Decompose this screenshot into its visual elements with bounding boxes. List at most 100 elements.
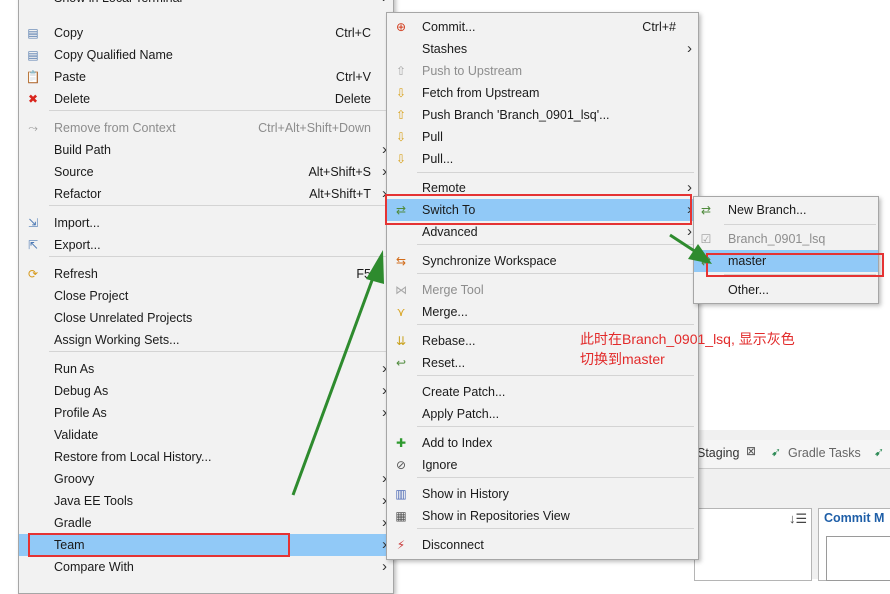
menu-item-validate[interactable]: Validate (19, 424, 393, 446)
menu-item-label: Team (54, 538, 85, 552)
sort-icon[interactable]: ↓☰ (789, 511, 807, 527)
menu-item-label: Compare With (54, 560, 134, 574)
menu-item-profile-as[interactable]: Profile As › (19, 402, 393, 424)
menu-item-java-ee-tools[interactable]: Java EE Tools › (19, 490, 393, 512)
menu-item-gradle[interactable]: Gradle › (19, 512, 393, 534)
menu-item-label: Stashes (422, 42, 468, 56)
menu-item-label: Switch To (422, 203, 476, 217)
menu-item-switch-to[interactable]: ⇄ Switch To › (387, 199, 698, 221)
menu-item-disconnect[interactable]: ⚡ Disconnect (387, 534, 698, 556)
menu-item-label: Push to Upstream (422, 64, 523, 78)
menu-item-label: Other... (728, 283, 769, 297)
menu-item-close-project[interactable]: Close Project (19, 285, 393, 307)
disconnect-icon: ⚡ (396, 538, 406, 552)
gradle-tasks-tab[interactable]: Gradle Tasks (788, 446, 861, 460)
menu-item-label: Export... (54, 238, 101, 252)
menu-item-label: Gradle (54, 516, 92, 530)
menu-item-other[interactable]: Other... (694, 279, 878, 301)
menu-item-import[interactable]: ⇲ Import... (19, 212, 393, 234)
menu-item-show-in-local-terminal[interactable]: Show in Local Terminal › (19, 0, 393, 9)
menu-separator (417, 324, 694, 325)
menu-item-label: Disconnect (422, 538, 484, 552)
menu-separator (724, 274, 876, 275)
staging-tab[interactable]: Staging (697, 446, 739, 460)
rebase-icon: ⇊ (395, 334, 407, 348)
close-icon[interactable]: ⊠ (746, 444, 756, 458)
menu-item-push-branch-branch-0901-lsq[interactable]: ⇧ Push Branch 'Branch_0901_lsq'... (387, 104, 698, 126)
menu-item-label: Refactor (54, 187, 102, 201)
menu-item-new-branch[interactable]: ⇄ New Branch... (694, 199, 878, 221)
menu-item-assign-working-sets[interactable]: Assign Working Sets... (19, 329, 393, 351)
menu-item-label: Merge Tool (422, 283, 484, 297)
menu-item-add-to-index[interactable]: ✚ Add to Index (387, 432, 698, 454)
menu-item-push-to-upstream: ⇧ Push to Upstream (387, 60, 698, 82)
menu-item-label: Remove from Context (54, 121, 176, 135)
menu-item-label: Pull... (422, 152, 454, 166)
history-icon: ▥ (395, 487, 407, 501)
pull-dialog-icon: ⇩ (395, 152, 407, 166)
menu-item-master[interactable]: ⇄ master (694, 250, 878, 272)
menu-item-shortcut: Ctrl+V (335, 70, 371, 84)
synchronize-icon: ⇆ (395, 254, 407, 268)
menu-item-synchronize-workspace[interactable]: ⇆ Synchronize Workspace (387, 250, 698, 272)
menu-item-ignore[interactable]: ⊘ Ignore (387, 454, 698, 476)
menu-item-build-path[interactable]: Build Path › (19, 139, 393, 161)
menu-item-pull[interactable]: ⇩ Pull... (387, 148, 698, 170)
menu-item-remote[interactable]: Remote › (387, 177, 698, 199)
ignore-icon: ⊘ (395, 458, 407, 472)
menu-item-export[interactable]: ⇱ Export... (19, 234, 393, 256)
menu-item-label: Synchronize Workspace (422, 254, 557, 268)
menu-item-shortcut: Delete (334, 92, 371, 106)
menu-item-paste[interactable]: 📋 Paste Ctrl+V (19, 66, 393, 88)
chevron-right-icon: › (687, 201, 692, 218)
fetch-icon: ⇩ (395, 86, 407, 100)
menu-item-run-as[interactable]: Run As › (19, 358, 393, 380)
menu-item-source[interactable]: Source Alt+Shift+S › (19, 161, 393, 183)
menu-item-copy[interactable]: ▤ Copy Ctrl+C (19, 22, 393, 44)
menu-item-close-unrelated-projects[interactable]: Close Unrelated Projects (19, 307, 393, 329)
menu-item-commit[interactable]: ⊕ Commit... Ctrl+# (387, 16, 698, 38)
chevron-right-icon: › (687, 40, 692, 57)
menu-item-label: master (728, 254, 767, 268)
menu-item-label: Advanced (422, 225, 478, 239)
menu-separator (724, 224, 876, 225)
annotation-line-1: 此时在Branch_0901_lsq, 显示灰色 (580, 331, 795, 347)
menu-item-groovy[interactable]: Groovy › (19, 468, 393, 490)
menu-item-stashes[interactable]: Stashes › (387, 38, 698, 60)
menu-item-label: Validate (54, 428, 99, 442)
menu-item-merge[interactable]: ⋎ Merge... (387, 301, 698, 323)
menu-item-label: Copy (54, 26, 84, 40)
menu-item-shortcut: Alt+Shift+S (308, 165, 371, 179)
menu-item-copy-qualified-name[interactable]: ▤ Copy Qualified Name (19, 44, 393, 66)
menu-item-create-patch[interactable]: Create Patch... (387, 381, 698, 403)
menu-item-compare-with[interactable]: Compare With › (19, 556, 393, 578)
menu-separator (49, 205, 389, 206)
gradle-icon: ➹ (874, 445, 885, 459)
menu-item-branch-0901-lsq: ☑ Branch_0901_lsq (694, 228, 878, 250)
menu-item-pull[interactable]: ⇩ Pull (387, 126, 698, 148)
menu-item-advanced[interactable]: Advanced › (387, 221, 698, 243)
add-index-icon: ✚ (395, 436, 407, 450)
menu-item-label: Run As (54, 362, 95, 376)
menu-item-team[interactable]: Team › (19, 534, 393, 556)
reset-icon: ↩ (395, 356, 407, 370)
switch-branch-icon: ⇄ (395, 203, 407, 217)
menu-item-label: Java EE Tools (54, 494, 133, 508)
menu-item-debug-as[interactable]: Debug As › (19, 380, 393, 402)
menu-item-show-in-repositories-view[interactable]: ▦ Show in Repositories View (387, 505, 698, 527)
menu-item-refactor[interactable]: Refactor Alt+Shift+T › (19, 183, 393, 205)
chevron-right-icon: › (382, 0, 387, 9)
menu-item-show-in-history[interactable]: ▥ Show in History (387, 483, 698, 505)
menu-item-refresh[interactable]: ⟳ Refresh F5 (19, 263, 393, 285)
menu-item-label: Push Branch 'Branch_0901_lsq'... (422, 108, 610, 122)
menu-item-apply-patch[interactable]: Apply Patch... (387, 403, 698, 425)
menu-item-delete[interactable]: ✖ Delete Delete (19, 88, 393, 110)
gradle-tasks-icon: ➹ (771, 445, 782, 459)
menu-item-fetch-from-upstream[interactable]: ⇩ Fetch from Upstream (387, 82, 698, 104)
paste-icon: 📋 (25, 70, 41, 84)
commit-icon: ⊕ (395, 20, 407, 34)
menu-item-restore-from-local-history[interactable]: Restore from Local History... (19, 446, 393, 468)
menu-item-shortcut: Alt+Shift+T (309, 187, 371, 201)
menu-item-shortcut: F5 (356, 267, 371, 281)
menu-item-merge-tool: ⋈ Merge Tool (387, 279, 698, 301)
